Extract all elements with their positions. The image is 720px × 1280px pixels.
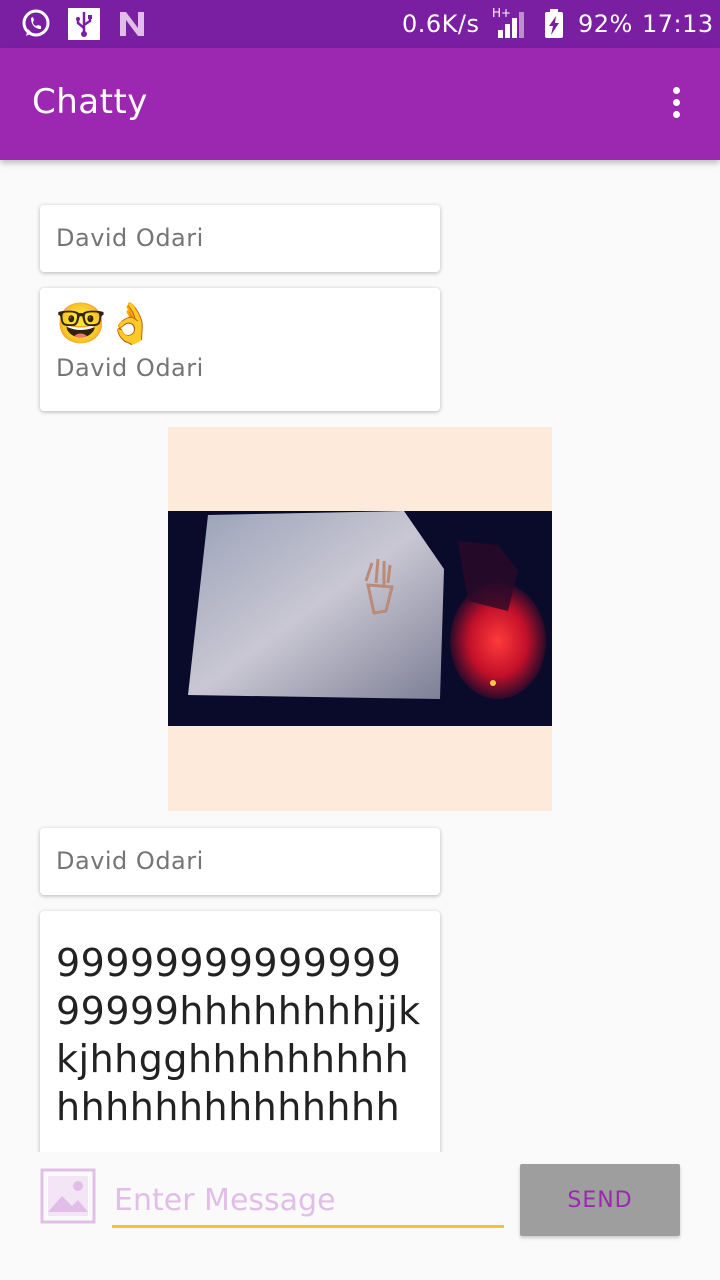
app-title: Chatty (32, 82, 148, 122)
battery-percent: 92% (578, 10, 633, 38)
message-input-bar: SEND (0, 1152, 720, 1280)
status-bar: 0.6K/s H+ 92% 17:13 (0, 0, 720, 48)
whatsapp-icon (22, 9, 50, 37)
photo (168, 511, 552, 726)
battery-charging-icon (545, 9, 563, 38)
send-button[interactable]: SEND (520, 1164, 680, 1236)
network-speed: 0.6K/s (402, 10, 480, 38)
app-bar: Chatty (0, 48, 720, 160)
message-text: 🤓👌 (56, 301, 156, 347)
notification-n-icon (120, 12, 144, 36)
message-card[interactable]: 🤓👌 David Odari (40, 288, 440, 411)
message-input[interactable] (112, 1176, 504, 1228)
clock: 17:13 (642, 10, 714, 38)
image-message[interactable] (168, 427, 552, 811)
sender-name: David Odari (56, 847, 204, 875)
image-icon[interactable] (40, 1168, 96, 1224)
message-card[interactable]: David Odari (40, 828, 440, 895)
message-text: 9999999999999999999hhhhhhhhjjkkjhhgghhhh… (56, 941, 421, 1129)
usb-icon (68, 8, 100, 40)
message-card[interactable]: David Odari (40, 205, 440, 272)
message-card[interactable]: 9999999999999999999hhhhhhhhjjkkjhhgghhhh… (40, 911, 440, 1171)
sender-name: David Odari (56, 354, 204, 382)
overflow-menu-icon[interactable] (660, 84, 692, 124)
signal-icon (498, 12, 524, 38)
sender-name: David Odari (56, 224, 204, 252)
